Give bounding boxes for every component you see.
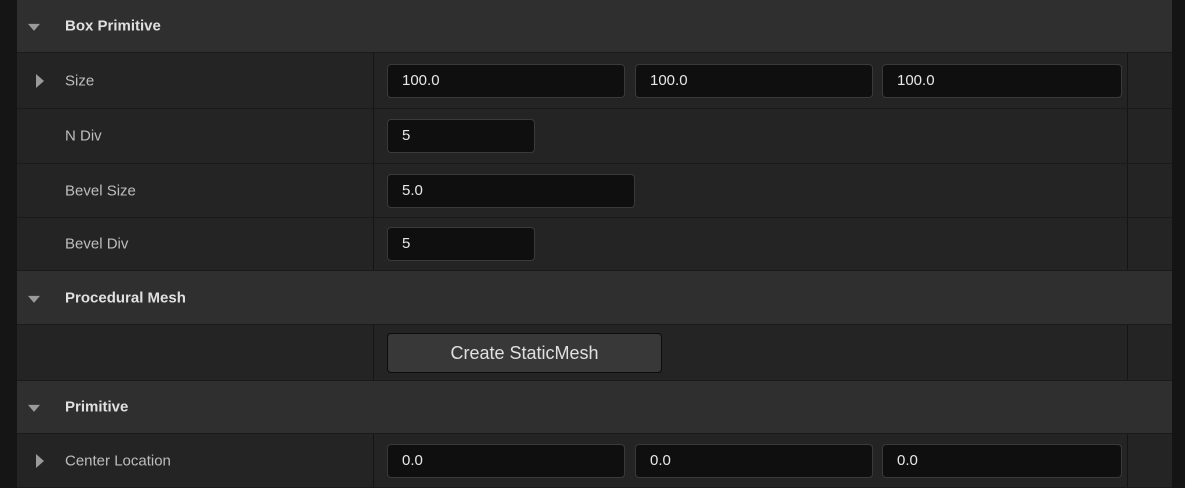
collapse-triangle-icon[interactable] — [28, 295, 40, 303]
size-y-field[interactable]: 100.0 — [635, 63, 873, 98]
section-header-primitive[interactable]: Primitive — [17, 381, 1172, 434]
column-divider — [1127, 53, 1128, 108]
property-row-bevel-size: Bevel Size 5.0 — [17, 164, 1172, 218]
property-row-create-staticmesh: Create StaticMesh — [17, 325, 1172, 381]
property-label: N Div — [65, 127, 102, 145]
expand-arrow-icon[interactable] — [36, 453, 44, 468]
property-label: Size — [65, 72, 95, 89]
column-divider — [373, 218, 374, 270]
section-header-procedural-mesh[interactable]: Procedural Mesh — [17, 271, 1172, 325]
column-divider — [373, 434, 374, 487]
section-title: Box Primitive — [65, 17, 161, 35]
column-divider — [373, 109, 374, 163]
property-row-n-div: N Div 5 — [17, 109, 1172, 164]
details-panel: Box Primitive Size 100.0 100.0 100.0 N D… — [17, 0, 1172, 488]
property-label: Bevel Size — [65, 182, 136, 199]
column-divider — [1127, 164, 1128, 217]
collapse-triangle-icon[interactable] — [28, 404, 40, 412]
collapse-triangle-icon[interactable] — [28, 23, 40, 31]
property-row-center-location: Center Location 0.0 0.0 0.0 — [17, 434, 1172, 488]
property-label: Bevel Div — [65, 235, 129, 253]
column-divider — [1127, 434, 1128, 487]
center-location-z-field[interactable]: 0.0 — [882, 443, 1122, 478]
section-title: Procedural Mesh — [65, 289, 186, 306]
property-label: Center Location — [65, 452, 171, 469]
bevel-size-field[interactable]: 5.0 — [387, 173, 635, 208]
scrollbar[interactable] — [1172, 0, 1185, 484]
column-divider — [373, 53, 374, 108]
center-location-y-field[interactable]: 0.0 — [635, 443, 873, 478]
section-header-box-primitive[interactable]: Box Primitive — [17, 0, 1172, 53]
column-divider — [373, 164, 374, 217]
column-divider — [1127, 218, 1128, 270]
property-row-bevel-div: Bevel Div 5 — [17, 218, 1172, 271]
property-row-size: Size 100.0 100.0 100.0 — [17, 53, 1172, 109]
column-divider — [373, 325, 374, 380]
size-z-field[interactable]: 100.0 — [882, 63, 1122, 98]
bevel-div-field[interactable]: 5 — [387, 227, 535, 261]
n-div-field[interactable]: 5 — [387, 119, 535, 153]
size-x-field[interactable]: 100.0 — [387, 63, 625, 98]
column-divider — [1127, 325, 1128, 380]
expand-arrow-icon[interactable] — [36, 73, 44, 88]
column-divider — [1127, 109, 1128, 163]
section-title: Primitive — [65, 398, 129, 416]
create-staticmesh-button[interactable]: Create StaticMesh — [387, 332, 662, 373]
center-location-x-field[interactable]: 0.0 — [387, 443, 625, 478]
